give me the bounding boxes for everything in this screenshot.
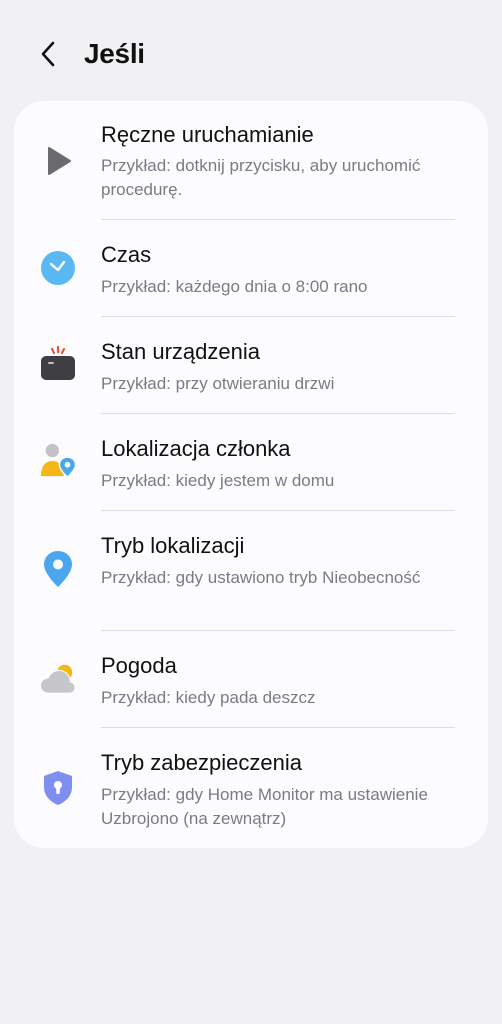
item-description: Przykład: gdy Home Monitor ma ustawienie… [101,785,428,828]
device-icon [40,345,76,381]
item-description: Przykład: kiedy jestem w domu [101,471,335,490]
item-title: Lokalizacja członka [101,436,291,461]
item-description: Przykład: kiedy pada deszcz [101,688,316,707]
list-item-location-mode[interactable]: Tryb lokalizacji Przykład: gdy ustawiono… [14,511,488,630]
item-description: Przykład: gdy ustawiono tryb Nieobecność [101,568,421,587]
member-location-icon [40,442,76,479]
list-item-security-mode[interactable]: Tryb zabezpieczenia Przykład: gdy Home M… [14,728,488,848]
item-title: Czas [101,242,152,267]
location-pin-icon [40,551,76,587]
item-description: Przykład: każdego dnia o 8:00 rano [101,277,368,296]
list-item-device-state[interactable]: Stan urządzenia Przykład: przy otwierani… [14,317,488,413]
page-title: Jeśli [84,38,145,69]
list-item-member-location[interactable]: Lokalizacja członka Przykład: kiedy jest… [14,414,488,510]
list-item-weather[interactable]: Pogoda Przykład: kiedy pada deszcz [14,631,488,727]
play-icon [40,143,76,179]
app-header: Jeśli [0,0,502,110]
item-title: Stan urządzenia [101,339,260,364]
item-title: Tryb zabezpieczenia [101,750,302,775]
list-item-manual-start[interactable]: Ręczne uruchamianie Przykład: dotknij pr… [14,101,488,220]
item-description: Przykład: przy otwieraniu drzwi [101,374,335,393]
weather-icon [40,661,76,697]
back-button[interactable] [26,36,70,76]
item-title: Ręczne uruchamianie [101,122,314,147]
item-title: Tryb lokalizacji [101,533,245,558]
chevron-left-icon [39,40,57,73]
item-title: Pogoda [101,653,177,678]
list-item-time[interactable]: Czas Przykład: każdego dnia o 8:00 rano [14,220,488,316]
item-description: Przykład: dotknij przycisku, aby uruchom… [101,156,421,199]
trigger-list-card: Ręczne uruchamianie Przykład: dotknij pr… [14,101,488,848]
shield-icon [40,770,76,806]
clock-icon [40,250,76,286]
